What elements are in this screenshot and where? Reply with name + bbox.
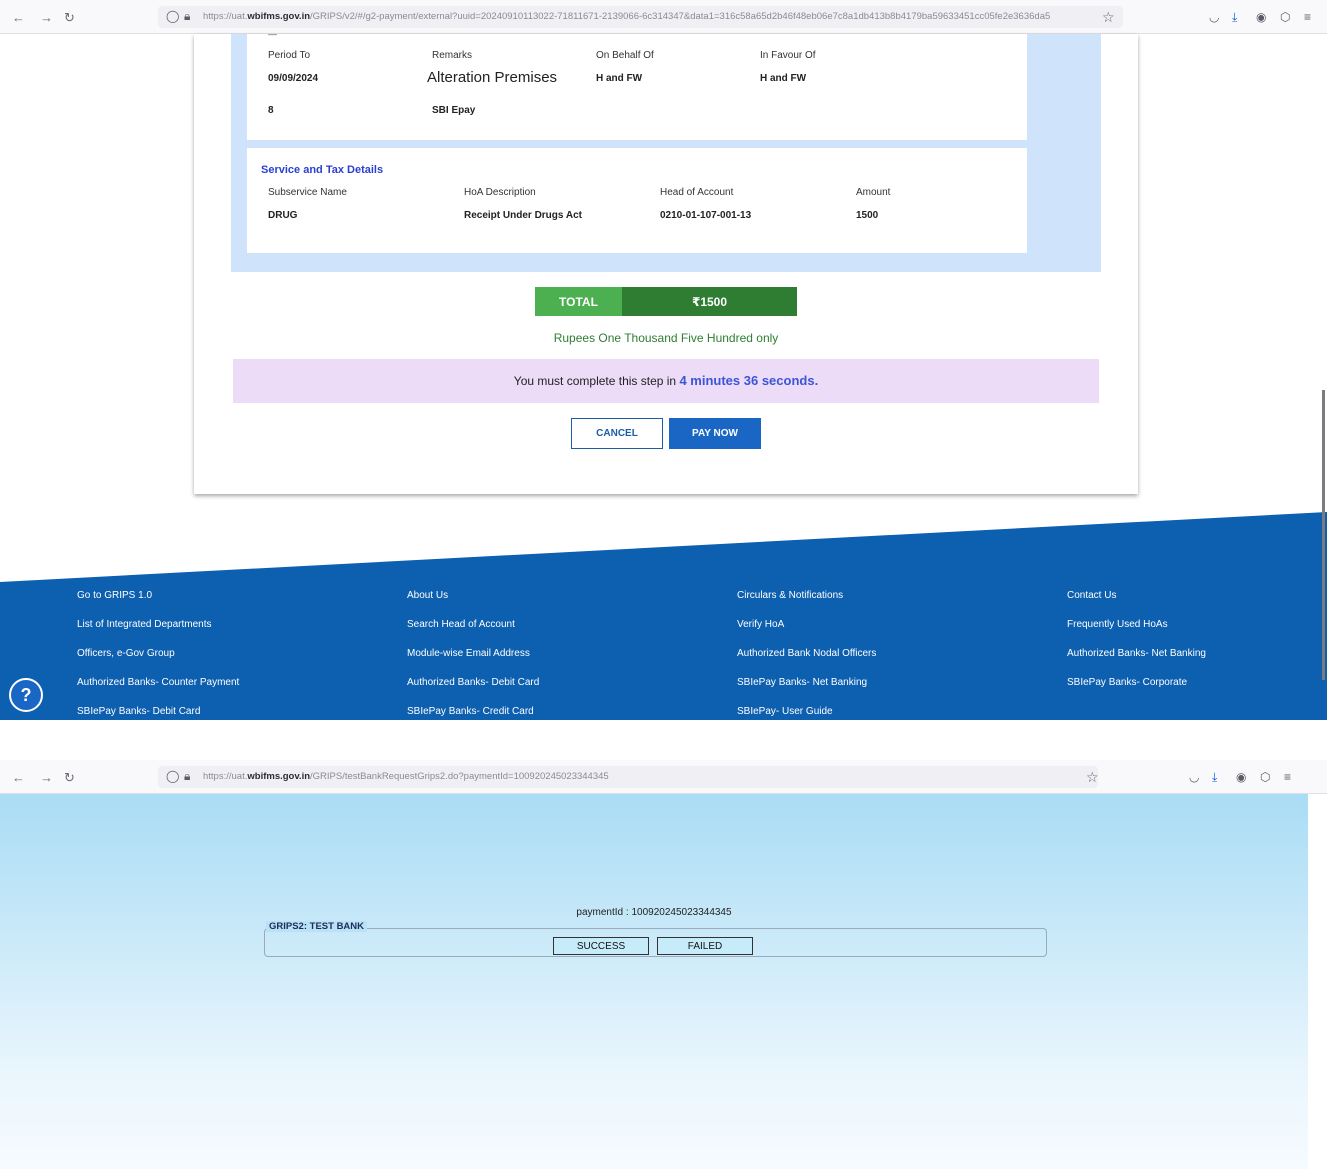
test-bank-fieldset xyxy=(264,928,1047,957)
footer-background xyxy=(0,512,1327,720)
cell-amount: 1500 xyxy=(856,210,879,221)
col-header-hoa-description: HoA Description xyxy=(464,187,536,198)
amount-in-words: Rupees One Thousand Five Hundred only xyxy=(553,331,779,345)
footer-link[interactable]: Officers, e-Gov Group xyxy=(77,648,175,659)
total-bar: TOTAL ₹1500 xyxy=(535,287,797,316)
footer-link[interactable]: Authorized Banks- Debit Card xyxy=(407,677,539,688)
lock-icon[interactable]: 🔒︎ xyxy=(184,769,190,784)
test-bank-legend: GRIPS2: TEST BANK xyxy=(266,921,368,932)
period-to-label: Period To xyxy=(268,50,311,61)
pay-now-button[interactable]: PAY NOW xyxy=(669,418,761,449)
service-tax-title: Service and Tax Details xyxy=(261,164,384,176)
address-bar[interactable]: ◯ 🔒︎ https://uat.wbifms.gov.in/GRIPS/tes… xyxy=(158,766,1098,788)
address-bar[interactable]: ◯ 🔒︎ https://uat.wbifms.gov.in/GRIPS/v2/… xyxy=(158,6,1123,28)
footer-link[interactable]: Circulars & Notifications xyxy=(737,590,843,601)
row2-value-1: 8 xyxy=(268,105,274,116)
footer-link[interactable]: SBIePay Banks- Debit Card xyxy=(77,706,200,717)
period-to-value: 09/09/2024 xyxy=(268,73,319,84)
reload-icon[interactable]: ↻ xyxy=(64,770,75,786)
pocket-icon[interactable]: ◡ xyxy=(1189,770,1199,784)
payment-id-text: paymentId : 100920245023344345 xyxy=(576,907,732,918)
payment-card: — Period To 09/09/2024 Remarks Alteratio… xyxy=(194,34,1138,494)
extensions-icon[interactable]: ⬡ xyxy=(1260,770,1270,784)
cell-subservice: DRUG xyxy=(268,210,298,221)
col-header-head-of-account: Head of Account xyxy=(660,187,734,198)
timer-banner: You must complete this step in 4 minutes… xyxy=(233,359,1099,403)
extensions-icon[interactable]: ⬡ xyxy=(1280,10,1290,24)
footer-link[interactable]: Module-wise Email Address xyxy=(407,648,530,659)
in-favour-label: In Favour Of xyxy=(760,50,816,61)
details-panel: — Period To 09/09/2024 Remarks Alteratio… xyxy=(231,34,1101,272)
bookmark-star-icon[interactable]: ☆ xyxy=(1102,9,1115,26)
back-arrow-icon[interactable]: ← xyxy=(12,10,25,25)
footer-link[interactable]: SBIePay- User Guide xyxy=(737,706,833,717)
on-behalf-value: H and FW xyxy=(596,73,643,84)
pocket-icon[interactable]: ◡ xyxy=(1209,10,1219,24)
browser-toolbar: ← → ↻ ◯ 🔒︎ https://uat.wbifms.gov.in/GRI… xyxy=(0,0,1327,34)
footer-link[interactable]: Frequently Used HoAs xyxy=(1067,619,1168,630)
footer-link[interactable]: Search Head of Account xyxy=(407,619,515,630)
scrollbar[interactable] xyxy=(1322,390,1325,680)
cut-off-row: — xyxy=(268,34,277,38)
total-label: TOTAL xyxy=(535,287,622,316)
total-value: ₹1500 xyxy=(622,287,797,316)
url-text[interactable]: https://uat.wbifms.gov.in/GRIPS/testBank… xyxy=(203,771,1083,782)
download-icon[interactable]: ⤓ xyxy=(1212,770,1217,785)
row2-value-2: SBI Epay xyxy=(432,105,476,116)
bookmark-star-icon[interactable]: ☆ xyxy=(1086,769,1099,786)
cancel-button[interactable]: CANCEL xyxy=(571,418,663,449)
account-icon[interactable]: ◉ xyxy=(1236,770,1246,784)
site-footer xyxy=(0,512,1327,720)
footer-link[interactable]: Authorized Bank Nodal Officers xyxy=(737,648,876,659)
shield-icon[interactable]: ◯ xyxy=(166,769,179,783)
footer-link[interactable]: List of Integrated Departments xyxy=(77,619,212,630)
on-behalf-label: On Behalf Of xyxy=(596,50,654,61)
test-bank-page xyxy=(0,794,1308,1169)
menu-icon[interactable]: ≡ xyxy=(1284,770,1291,784)
lock-icon[interactable]: 🔒︎ xyxy=(184,9,190,24)
cell-hoa-description: Receipt Under Drugs Act xyxy=(464,210,582,221)
shield-icon[interactable]: ◯ xyxy=(166,9,179,23)
success-button[interactable]: SUCCESS xyxy=(553,937,649,955)
footer-link[interactable]: Authorized Banks- Net Banking xyxy=(1067,648,1206,659)
in-favour-value: H and FW xyxy=(760,73,807,84)
col-header-subservice: Subservice Name xyxy=(268,187,347,198)
grips-payment-screenshot: ← → ↻ ◯ 🔒︎ https://uat.wbifms.gov.in/GRI… xyxy=(0,0,1327,720)
cell-head-of-account: 0210-01-107-001-13 xyxy=(660,210,752,221)
timer-value: 4 minutes 36 seconds. xyxy=(679,373,819,388)
footer-link[interactable]: About Us xyxy=(407,590,448,601)
url-text[interactable]: https://uat.wbifms.gov.in/GRIPS/v2/#/g2-… xyxy=(203,11,1103,22)
help-question-icon[interactable]: ? xyxy=(9,678,43,712)
timer-prefix: You must complete this step in xyxy=(513,374,677,388)
payment-info-box: — Period To 09/09/2024 Remarks Alteratio… xyxy=(247,34,1027,140)
reload-icon[interactable]: ↻ xyxy=(64,10,75,26)
footer-link[interactable]: Verify HoA xyxy=(737,619,784,630)
remarks-label: Remarks xyxy=(432,50,473,61)
service-tax-box: Service and Tax Details Subservice Name … xyxy=(247,148,1027,253)
test-bank-screenshot: ← → ↻ ◯ 🔒︎ https://uat.wbifms.gov.in/GRI… xyxy=(0,760,1327,1169)
footer-link[interactable]: Authorized Banks- Counter Payment xyxy=(77,677,239,688)
remarks-value: Alteration Premises xyxy=(427,69,558,86)
forward-arrow-icon[interactable]: → xyxy=(40,770,53,785)
account-icon[interactable]: ◉ xyxy=(1256,10,1266,24)
footer-link[interactable]: SBIePay Banks- Net Banking xyxy=(737,677,867,688)
forward-arrow-icon[interactable]: → xyxy=(40,10,53,25)
footer-link[interactable]: Go to GRIPS 1.0 xyxy=(77,590,152,601)
footer-link[interactable]: SBIePay Banks- Corporate xyxy=(1067,677,1187,688)
col-header-amount: Amount xyxy=(856,187,891,198)
browser-toolbar: ← → ↻ ◯ 🔒︎ https://uat.wbifms.gov.in/GRI… xyxy=(0,760,1327,794)
download-icon[interactable]: ⤓ xyxy=(1232,10,1237,25)
footer-link[interactable]: SBIePay Banks- Credit Card xyxy=(407,706,534,717)
failed-button[interactable]: FAILED xyxy=(657,937,753,955)
menu-icon[interactable]: ≡ xyxy=(1304,10,1311,24)
footer-link[interactable]: Contact Us xyxy=(1067,590,1116,601)
back-arrow-icon[interactable]: ← xyxy=(12,770,25,785)
